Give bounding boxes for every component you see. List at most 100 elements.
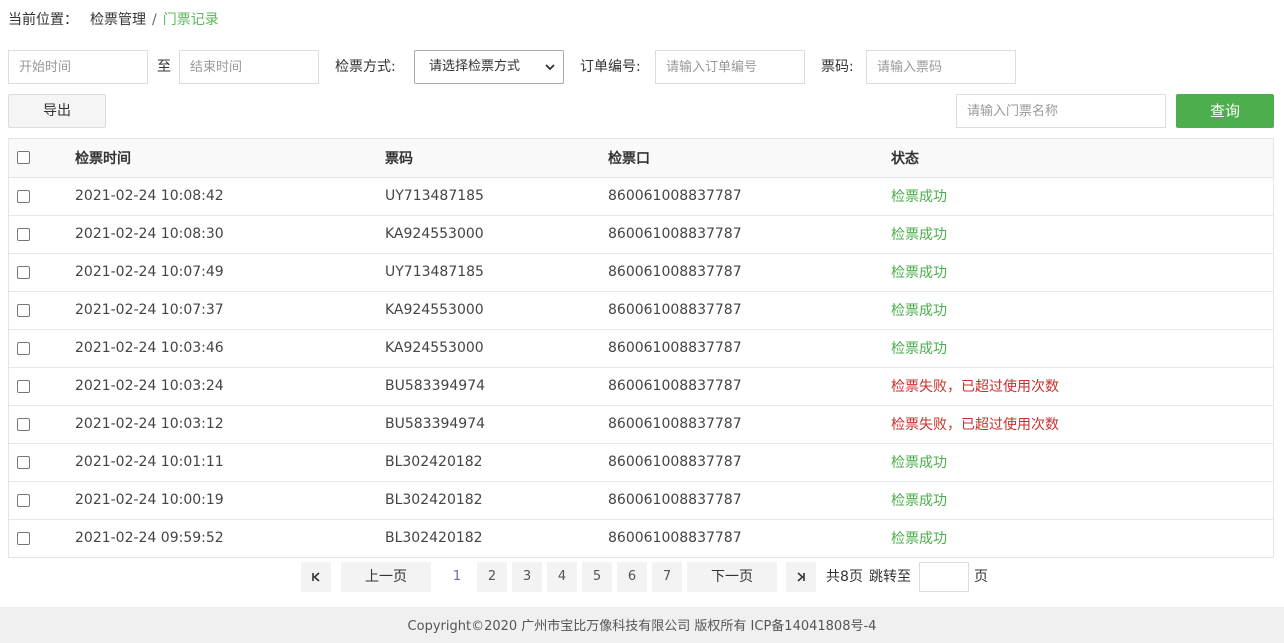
ticket-code-input[interactable] [866,50,1016,84]
cell-check-time: 2021-02-24 10:07:37 [75,291,385,330]
table-row: 2021-02-24 10:03:46 KA924553000 8600610088… [9,329,1273,368]
cell-check-time: 2021-02-24 10:03:46 [75,329,385,368]
row-checkbox[interactable] [17,303,30,317]
cell-check-time: 2021-02-24 10:08:42 [75,177,385,216]
cell-ticket-code: UY713487185 [385,177,608,216]
cell-check-time: 2021-02-24 10:03:24 [75,367,385,406]
start-time-input[interactable] [8,50,148,84]
cell-check-time: 2021-02-24 10:07:49 [75,253,385,292]
to-label: 至 [157,59,171,75]
cell-ticket-code: KA924553000 [385,329,608,368]
cell-check-time: 2021-02-24 10:03:12 [75,405,385,444]
pagination: 上一页 1 2 3 4 5 6 7 下一页 共8页 跳转至 页 [0,562,1284,592]
header-ticket-code: 票码 [385,139,608,178]
cell-gate: 860061008837787 [608,291,891,330]
cell-ticket-code: BL302420182 [385,519,608,557]
table-row: 2021-02-24 10:07:49 UY713487185 8600610088… [9,253,1273,292]
prev-page-button[interactable]: 上一页 [341,562,431,592]
cell-gate: 860061008837787 [608,177,891,216]
check-method-label: 检票方式: [335,59,396,75]
cell-ticket-code: BL302420182 [385,443,608,482]
page-6-button[interactable]: 6 [617,562,647,592]
row-checkbox[interactable] [17,341,30,355]
cell-check-time: 2021-02-24 09:59:52 [75,519,385,557]
cell-status: 检票成功 [891,329,1273,368]
header-status: 状态 [891,139,1273,178]
table-row: 2021-02-24 10:08:30 KA924553000 8600610088… [9,215,1273,254]
page-1-button[interactable]: 1 [442,562,472,592]
cell-status: 检票失败，已超过使用次数 [891,405,1273,444]
cell-status: 检票成功 [891,291,1273,330]
page-2-button[interactable]: 2 [477,562,507,592]
cell-status: 检票成功 [891,177,1273,216]
jump-label: 跳转至 [869,569,911,585]
cell-status: 检票成功 [891,215,1273,254]
footer: Copyright©2020 广州市宝比万像科技有限公司 版权所有 ICP备14… [0,607,1284,643]
cell-status: 检票失败，已超过使用次数 [891,367,1273,406]
cell-status: 检票成功 [891,519,1273,557]
table-row: 2021-02-24 10:00:19 BL302420182 8600610088… [9,481,1273,520]
last-page-button[interactable] [786,562,816,592]
row-checkbox[interactable] [17,189,30,203]
last-page-icon [797,571,805,582]
cell-gate: 860061008837787 [608,405,891,444]
cell-gate: 860061008837787 [608,519,891,557]
jump-page-input[interactable] [919,562,969,592]
breadcrumb-current: 门票记录 [162,12,219,28]
cell-status: 检票成功 [891,253,1273,292]
page-3-button[interactable]: 3 [512,562,542,592]
breadcrumb-item-ticket-management[interactable]: 检票管理 [90,12,146,28]
chevron-down-icon [545,64,555,71]
cell-gate: 860061008837787 [608,329,891,368]
page-5-button[interactable]: 5 [582,562,612,592]
table-row: 2021-02-24 10:03:12 BU583394974 8600610088… [9,405,1273,444]
cell-gate: 860061008837787 [608,481,891,520]
page-suffix: 页 [974,569,988,585]
cell-check-time: 2021-02-24 10:00:19 [75,481,385,520]
export-button[interactable]: 导出 [8,94,106,128]
cell-ticket-code: BU583394974 [385,367,608,406]
check-method-select[interactable]: 请选择检票方式 [414,50,564,84]
records-table: 检票时间 票码 检票口 状态 2021-02-24 10:08:42 UY7134… [8,138,1274,558]
row-checkbox[interactable] [17,417,30,431]
header-gate: 检票口 [608,139,891,178]
page-4-button[interactable]: 4 [547,562,577,592]
select-all-checkbox[interactable] [17,151,30,165]
check-method-selected: 请选择检票方式 [429,59,521,74]
ticket-name-input[interactable] [956,94,1166,128]
row-checkbox[interactable] [17,493,30,507]
cell-ticket-code: KA924553000 [385,291,608,330]
page-7-button[interactable]: 7 [652,562,682,592]
cell-ticket-code: BU583394974 [385,405,608,444]
row-checkbox[interactable] [17,531,30,545]
next-page-button[interactable]: 下一页 [687,562,777,592]
table-row: 2021-02-24 10:07:37 KA924553000 8600610088… [9,291,1273,330]
first-page-icon [312,571,320,582]
cell-gate: 860061008837787 [608,443,891,482]
table-row: 2021-02-24 10:03:24 BU583394974 8600610088… [9,367,1273,406]
header-check-time: 检票时间 [75,139,385,178]
cell-ticket-code: KA924553000 [385,215,608,254]
order-number-input[interactable] [655,50,805,84]
end-time-input[interactable] [179,50,319,84]
copyright-text: Copyright©2020 广州市宝比万像科技有限公司 版权所有 ICP备14… [407,619,877,634]
row-checkbox[interactable] [17,379,30,393]
ticket-code-label: 票码: [821,59,854,75]
first-page-button[interactable] [301,562,331,592]
row-checkbox[interactable] [17,265,30,279]
breadcrumb: 当前位置： 检票管理 / 门票记录 [8,9,219,31]
query-button[interactable]: 查询 [1176,94,1274,128]
breadcrumb-separator: / [152,12,157,28]
cell-ticket-code: UY713487185 [385,253,608,292]
table-row: 2021-02-24 10:01:11 BL302420182 8600610088… [9,443,1273,482]
cell-status: 检票成功 [891,443,1273,482]
cell-gate: 860061008837787 [608,367,891,406]
cell-check-time: 2021-02-24 10:01:11 [75,443,385,482]
table-row: 2021-02-24 10:08:42 UY713487185 8600610088… [9,177,1273,216]
table-row: 2021-02-24 09:59:52 BL302420182 8600610088… [9,519,1273,557]
row-checkbox[interactable] [17,227,30,241]
table-header-row: 检票时间 票码 检票口 状态 [9,139,1273,178]
row-checkbox[interactable] [17,455,30,469]
cell-status: 检票成功 [891,481,1273,520]
total-pages-text: 共8页 [826,569,863,585]
